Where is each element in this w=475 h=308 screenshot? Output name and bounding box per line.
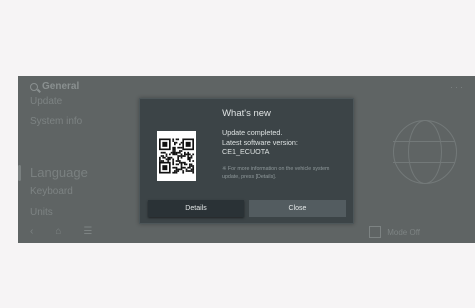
qr-code [157, 131, 196, 181]
settings-header-label: General [42, 81, 80, 92]
menu-icon[interactable]: ☰ [83, 226, 92, 237]
globe-icon [393, 120, 457, 184]
menu-item-keyboard[interactable]: Keyboard [30, 186, 73, 197]
details-button[interactable]: Details [148, 200, 244, 217]
mode-icon [369, 226, 382, 238]
more-icon[interactable]: ··· [450, 82, 465, 92]
bottom-nav: ‹ ⌂ ☰ [30, 226, 92, 237]
menu-item-units[interactable]: Units [30, 207, 53, 218]
message-line: Latest software version: [222, 137, 298, 147]
back-icon[interactable]: ‹ [30, 226, 33, 237]
mode-label: Mode Off [387, 227, 420, 237]
mode-toggle[interactable]: Mode Off [369, 226, 420, 238]
software-version: CE1_ECUOTA [222, 147, 270, 156]
selection-indicator [18, 165, 21, 181]
whats-new-dialog: What's new Update completed. Latest soft… [139, 98, 354, 224]
settings-menu: General Update System info Language Keyb… [18, 76, 138, 243]
search-icon [30, 82, 38, 91]
update-message: Update completed. Latest software versio… [222, 128, 298, 157]
menu-item-language[interactable]: Language [30, 165, 88, 180]
settings-header: General [30, 81, 79, 92]
menu-item-update[interactable]: Update [30, 96, 62, 107]
details-note: ※ For more information on the vehicle sy… [222, 166, 330, 180]
menu-item-system-info[interactable]: System info [30, 116, 82, 127]
dialog-title: What's new [222, 108, 271, 119]
close-button[interactable]: Close [249, 200, 346, 217]
home-icon[interactable]: ⌂ [55, 226, 61, 237]
message-line: Update completed. [222, 128, 283, 137]
